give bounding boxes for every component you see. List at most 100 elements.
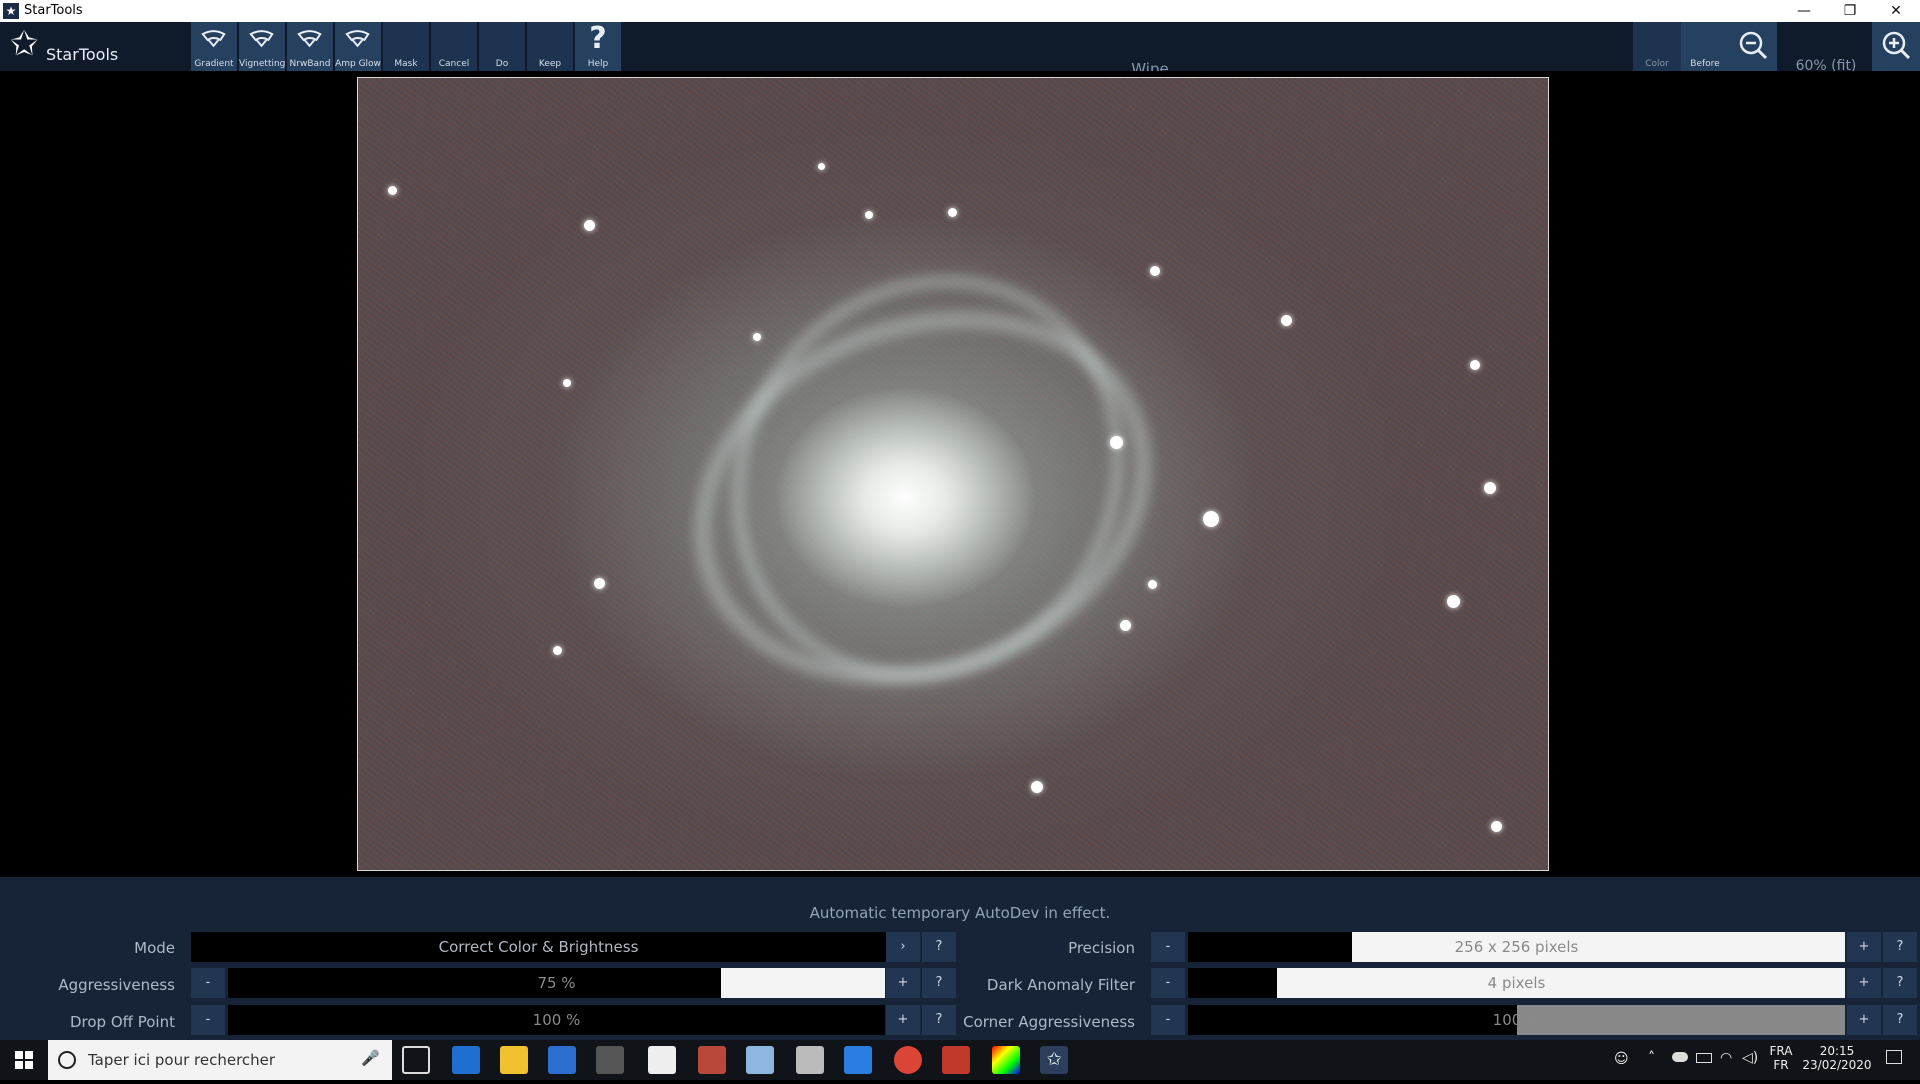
aggressiveness-plus-button[interactable]: + xyxy=(886,968,920,998)
star xyxy=(1148,580,1157,589)
star xyxy=(1470,360,1480,370)
star xyxy=(1447,595,1460,608)
battery-icon[interactable] xyxy=(1696,1053,1712,1063)
clock[interactable]: 20:15 23/02/2020 xyxy=(1798,1044,1876,1072)
startools-logo: ✩ StarTools xyxy=(10,24,190,68)
precision-help-button[interactable]: ? xyxy=(1883,932,1917,962)
wipe-icon xyxy=(201,30,226,48)
aggressiveness-label: Aggressiveness xyxy=(58,976,175,994)
precision-slider[interactable]: 256 x 256 pixels xyxy=(1188,932,1845,962)
chrome-icon[interactable] xyxy=(894,1046,922,1074)
cancel-button[interactable]: Cancel xyxy=(431,22,478,71)
chevron-up-icon[interactable]: ˄ xyxy=(1648,1050,1655,1066)
app-n-icon[interactable] xyxy=(596,1046,624,1074)
task-view-icon[interactable] xyxy=(402,1046,430,1074)
precision-plus-button[interactable]: + xyxy=(1847,932,1881,962)
people-icon[interactable]: ☺ xyxy=(1614,1051,1629,1067)
close-button[interactable]: ✕ xyxy=(1873,0,1919,22)
star xyxy=(1150,266,1160,276)
store-icon[interactable] xyxy=(548,1046,576,1074)
vignetting-label: Vignetting xyxy=(239,59,286,69)
star xyxy=(388,186,397,195)
minimize-button[interactable]: — xyxy=(1781,0,1827,22)
microphone-icon[interactable]: 🎤 xyxy=(361,1049,380,1067)
zoom-in-button[interactable] xyxy=(1872,22,1920,71)
help-button[interactable]: ? Help xyxy=(575,22,622,71)
keep-button[interactable]: Keep xyxy=(527,22,574,71)
startools-taskbar-icon[interactable]: ✩ xyxy=(1040,1046,1068,1074)
star xyxy=(1484,482,1496,494)
file-explorer-icon[interactable] xyxy=(500,1046,528,1074)
aggressiveness-value: 75 % xyxy=(537,974,576,992)
canvas-scrollbar[interactable] xyxy=(1908,71,1920,877)
corner-aggressiveness-slider[interactable]: 100 % xyxy=(1188,1005,1845,1035)
app-icon[interactable] xyxy=(844,1046,872,1074)
precision-minus-button[interactable]: - xyxy=(1151,932,1185,962)
edge-icon[interactable] xyxy=(452,1046,480,1074)
zoom-in-icon xyxy=(1882,31,1911,60)
app-icon[interactable] xyxy=(698,1046,726,1074)
vignetting-button[interactable]: Vignetting xyxy=(239,22,286,71)
wifi-icon[interactable]: ◠ xyxy=(1720,1050,1732,1066)
color-button[interactable]: Color xyxy=(1633,22,1681,71)
amp-glow-label: Amp Glow xyxy=(335,59,381,69)
wipe-icon xyxy=(297,30,322,48)
start-button[interactable] xyxy=(0,1040,48,1080)
app-icon[interactable] xyxy=(942,1046,970,1074)
corner-plus-button[interactable]: + xyxy=(1847,1005,1881,1035)
cancel-label: Cancel xyxy=(438,59,470,69)
app-icon[interactable] xyxy=(746,1046,774,1074)
restore-button[interactable]: ❐ xyxy=(1827,0,1873,22)
zoom-out-button[interactable] xyxy=(1729,22,1777,71)
star xyxy=(1281,315,1292,326)
gradient-label: Gradient xyxy=(194,59,234,69)
window-title: StarTools xyxy=(24,3,83,18)
precision-value: 256 x 256 pixels xyxy=(1454,938,1579,956)
corner-minus-button[interactable]: - xyxy=(1151,1005,1185,1035)
app-icon[interactable] xyxy=(992,1046,1020,1074)
gradient-button[interactable]: Gradient xyxy=(191,22,238,71)
mask-button[interactable]: Mask xyxy=(383,22,430,71)
dark-anomaly-help-button[interactable]: ? xyxy=(1883,968,1917,998)
before-button[interactable]: Before xyxy=(1681,22,1729,71)
drop-off-minus-button[interactable]: - xyxy=(191,1005,225,1035)
mail-icon[interactable] xyxy=(648,1046,676,1074)
amp-glow-button[interactable]: Amp Glow xyxy=(335,22,382,71)
aggressiveness-slider[interactable]: 75 % xyxy=(228,968,885,998)
mode-help-button[interactable]: ? xyxy=(922,932,956,962)
zoom-out-icon xyxy=(1739,31,1768,60)
language-indicator[interactable]: FRA FR xyxy=(1768,1044,1794,1072)
cortana-icon xyxy=(58,1051,76,1069)
before-label: Before xyxy=(1690,59,1720,69)
corner-help-button[interactable]: ? xyxy=(1883,1005,1917,1035)
star xyxy=(948,208,957,217)
language-bottom: FR xyxy=(1773,1058,1789,1072)
dark-anomaly-minus-button[interactable]: - xyxy=(1151,968,1185,998)
logo-text: StarTools xyxy=(46,45,119,64)
mode-next-button[interactable]: › xyxy=(886,932,920,962)
dark-anomaly-plus-button[interactable]: + xyxy=(1847,968,1881,998)
volume-icon[interactable]: ◁) xyxy=(1742,1050,1758,1066)
mode-select[interactable]: Correct Color & Brightness xyxy=(191,932,886,962)
mode-label: Mode xyxy=(134,939,175,957)
drop-off-help-button[interactable]: ? xyxy=(922,1005,956,1035)
notifications-icon[interactable] xyxy=(1886,1050,1902,1064)
calculator-icon[interactable] xyxy=(796,1046,824,1074)
drop-off-plus-button[interactable]: + xyxy=(886,1005,920,1035)
do-button[interactable]: Do xyxy=(479,22,526,71)
mask-label: Mask xyxy=(394,59,418,69)
dark-anomaly-slider[interactable]: 4 pixels xyxy=(1188,968,1845,998)
drop-off-slider[interactable]: 100 % xyxy=(228,1005,885,1035)
nrwband-button[interactable]: NrwBand xyxy=(287,22,334,71)
window-titlebar: ★ StarTools — ❐ ✕ xyxy=(0,0,1920,22)
dark-anomaly-label: Dark Anomaly Filter xyxy=(986,976,1135,994)
taskbar-search[interactable]: Taper ici pour rechercher 🎤 xyxy=(48,1040,392,1080)
keep-label: Keep xyxy=(538,59,562,69)
star xyxy=(553,646,562,655)
aggressiveness-minus-button[interactable]: - xyxy=(191,968,225,998)
aggressiveness-help-button[interactable]: ? xyxy=(922,968,956,998)
drop-off-value: 100 % xyxy=(532,1011,581,1029)
galaxy-image[interactable] xyxy=(357,77,1549,871)
language-top: FRA xyxy=(1769,1044,1793,1058)
onedrive-icon[interactable] xyxy=(1672,1052,1688,1062)
